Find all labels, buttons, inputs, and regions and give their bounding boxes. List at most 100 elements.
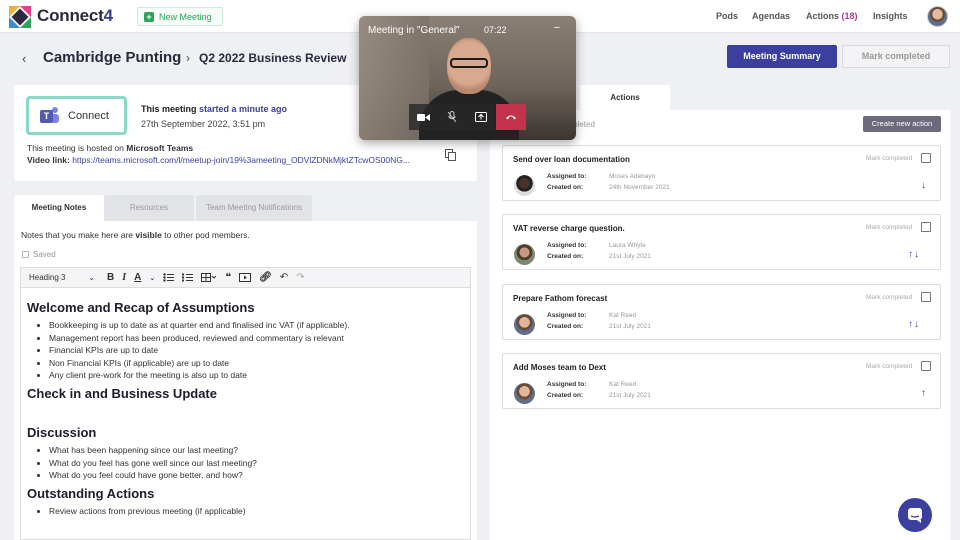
notes-heading: Check in and Business Update [27, 385, 217, 401]
plus-icon: + [144, 11, 154, 22]
undo-icon[interactable]: ↶ [280, 272, 288, 283]
mark-completed-checkbox[interactable] [921, 153, 931, 163]
move-arrow-icon[interactable]: ↑ [921, 388, 927, 399]
list-item: Management report has been produced, rev… [49, 332, 464, 345]
app-name[interactable]: Connect4 [37, 6, 113, 26]
mark-completed-button[interactable]: Mark completed [842, 45, 950, 68]
notes-editor[interactable]: Welcome and Recap of Assumptions Bookkee… [20, 288, 471, 540]
camera-icon [416, 113, 430, 121]
tab-resources[interactable]: Resources [104, 195, 194, 221]
breadcrumb-pod[interactable]: Cambridge Punting [43, 49, 181, 66]
tab-team-meeting-notifications[interactable]: Team Meeting Notifications [196, 195, 312, 221]
action-card[interactable]: Send over loan documentation Mark comple… [502, 145, 941, 201]
share-screen-button[interactable] [467, 104, 495, 130]
meeting-started-text: This meeting started a minute ago [141, 104, 287, 114]
nav-actions[interactable]: Actions (18) [806, 11, 858, 21]
bold-icon[interactable]: B [107, 272, 114, 283]
action-card[interactable]: Add Moses team to Dext Mark completed As… [502, 353, 941, 409]
italic-icon[interactable]: I [122, 272, 126, 283]
tab-meeting-notes[interactable]: Meeting Notes [14, 195, 104, 221]
created-date: 21st July 2021 [609, 253, 651, 260]
move-arrows-icon[interactable]: ↑↓ [908, 249, 920, 260]
blockquote-icon[interactable]: ❝ [225, 272, 231, 283]
video-link-text: Video link: https://teams.microsoft.com/… [27, 155, 410, 165]
created-on-label: Created on: [547, 184, 584, 191]
teams-connect-button[interactable]: T Connect [26, 96, 127, 135]
camera-button[interactable] [409, 104, 437, 130]
avatar [514, 314, 535, 335]
nav-agendas[interactable]: Agendas [752, 11, 790, 21]
heading-select[interactable]: Heading 3 ⌄ [29, 273, 99, 282]
action-card[interactable]: VAT reverse charge question. Mark comple… [502, 214, 941, 270]
notes-heading: Outstanding Actions [27, 485, 155, 501]
redo-icon[interactable]: ↷ [296, 272, 304, 283]
assigned-to-label: Assigned to: [547, 242, 587, 249]
user-avatar[interactable] [927, 6, 948, 27]
link-icon[interactable]: 🔗︎ [259, 272, 272, 283]
share-screen-icon [475, 112, 487, 122]
notes-visibility-hint: Notes that you make here are visible to … [21, 230, 250, 240]
chevron-down-icon[interactable]: ⌄ [149, 274, 155, 282]
media-icon[interactable] [239, 273, 252, 282]
font-color-icon[interactable]: A [134, 272, 141, 283]
hint-pre: Notes that you make here are [21, 230, 133, 240]
video-link-url[interactable]: https://teams.microsoft.com/l/meetup-joi… [72, 155, 410, 165]
video-call-timer: 07:22 [484, 25, 507, 35]
saved-icon [22, 251, 29, 258]
hosted-on-text: This meeting is hosted on Microsoft Team… [27, 143, 193, 153]
microphone-muted-icon [447, 111, 457, 123]
bullet-list-icon[interactable] [163, 273, 175, 282]
created-date: 24th November 2021 [609, 184, 670, 191]
meeting-notes-panel: Notes that you make here are visible to … [14, 221, 477, 540]
mark-completed-label: Mark completed [866, 155, 913, 162]
created-on-label: Created on: [547, 323, 584, 330]
nav-insights[interactable]: Insights [873, 11, 908, 21]
avatar [514, 244, 535, 265]
table-icon[interactable] [201, 273, 217, 282]
back-chevron-icon[interactable]: ‹ [22, 51, 26, 66]
list-item: Review actions from previous meeting (if… [49, 505, 464, 518]
mark-completed-checkbox[interactable] [921, 292, 931, 302]
action-title: Prepare Fathom forecast [513, 294, 608, 303]
notes-list: Review actions from previous meeting (if… [27, 505, 464, 518]
nav-pods[interactable]: Pods [716, 11, 738, 21]
move-arrows-icon[interactable]: ↑↓ [908, 319, 920, 330]
video-call-overlay[interactable]: Meeting in "General" 07:22 – [359, 16, 576, 140]
list-item: What do you feel could have gone better,… [49, 469, 464, 482]
meeting-summary-button[interactable]: Meeting Summary [727, 45, 837, 68]
assignee-name: Moses Adebayo [609, 173, 656, 180]
minimize-icon[interactable]: – [554, 22, 560, 33]
created-on-label: Created on: [547, 392, 584, 399]
new-meeting-button[interactable]: + New Meeting [137, 7, 223, 26]
copy-icon[interactable] [445, 149, 456, 161]
move-arrow-icon[interactable]: ↓ [921, 180, 927, 191]
created-on-label: Created on: [547, 253, 584, 260]
assignee-name: Laura Whyte [609, 242, 646, 249]
avatar [514, 383, 535, 404]
action-card[interactable]: Prepare Fathom forecast Mark completed A… [502, 284, 941, 340]
end-call-button[interactable] [496, 104, 526, 130]
created-date: 21st July 2021 [609, 323, 651, 330]
create-new-action-button[interactable]: Create new action [863, 116, 941, 132]
meeting-start-date: 27th September 2022, 3:51 pm [141, 119, 266, 129]
mark-completed-checkbox[interactable] [921, 222, 931, 232]
list-item: What do you feel has gone well since our… [49, 457, 464, 470]
mark-completed-checkbox[interactable] [921, 361, 931, 371]
avatar [514, 175, 535, 196]
hosted-prefix: This meeting is hosted on [27, 143, 124, 153]
app-name-number: 4 [103, 6, 113, 25]
notes-heading: Discussion [27, 424, 97, 440]
hosted-platform: Microsoft Teams [126, 143, 194, 153]
hint-post: to other pod members. [164, 230, 250, 240]
saved-label: Saved [33, 250, 56, 259]
mark-completed-label: Mark completed [866, 294, 913, 301]
notes-list: Bookkeeping is up to date as at quarter … [27, 319, 464, 382]
mute-button[interactable] [438, 104, 466, 130]
chat-support-button[interactable] [898, 498, 932, 532]
notes-heading: Welcome and Recap of Assumptions [27, 300, 255, 315]
notes-list: What has been happening since our last m… [27, 444, 464, 482]
connect4-logo-icon[interactable] [9, 6, 31, 28]
connect-label: Connect [68, 109, 109, 122]
tab-actions[interactable]: Actions [580, 85, 670, 110]
numbered-list-icon[interactable] [182, 273, 194, 282]
